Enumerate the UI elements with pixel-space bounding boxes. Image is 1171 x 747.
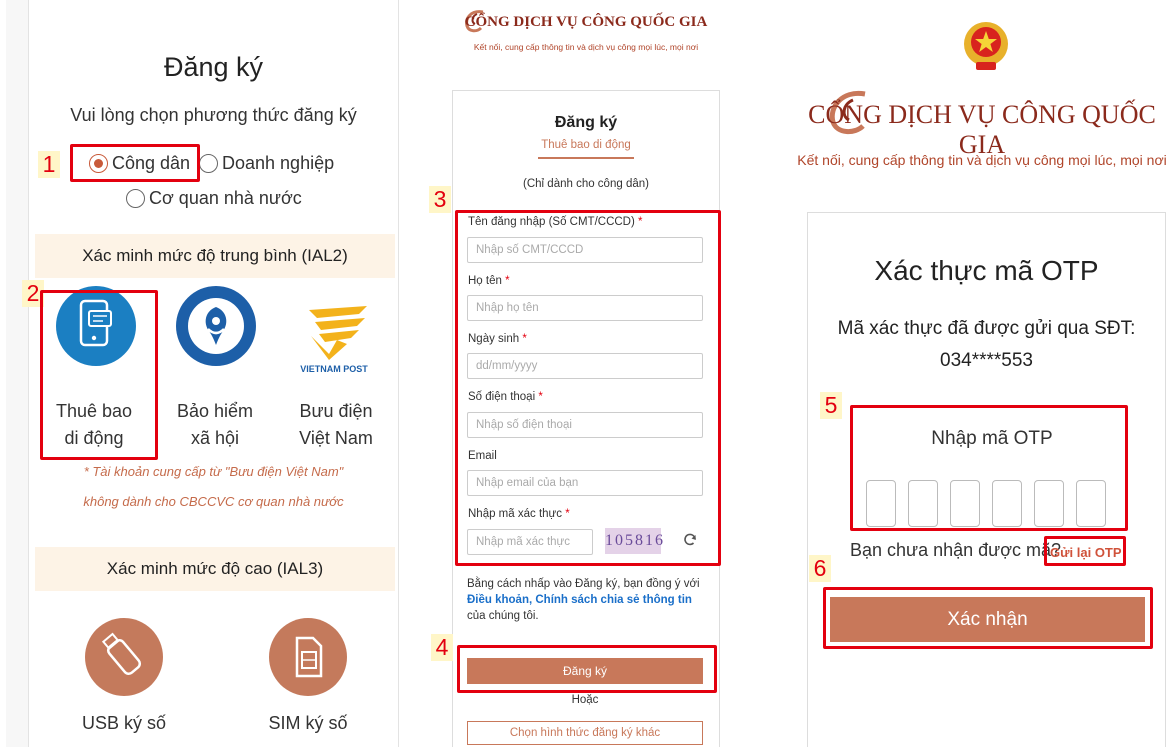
national-emblem-icon: [964, 22, 1008, 70]
tab-mobile-subscriber[interactable]: Thuê bao di động: [538, 139, 634, 159]
social-insurance-logo-icon[interactable]: [175, 285, 257, 367]
registration-method-panel: Đăng ký Vui lòng chọn phương thức đăng k…: [6, 0, 399, 747]
mobile-registration-panel: CỔNG DỊCH VỤ CÔNG QUỐC GIA Kết nối, cung…: [407, 0, 765, 747]
citizen-only-note: (Chỉ dành cho công dân): [523, 178, 649, 190]
usb-stick-icon: [101, 632, 142, 676]
service-insurance-line2: xã hội: [190, 428, 240, 448]
annotation-number-5: 5: [820, 392, 842, 419]
portal-brand: CỔNG DỊCH VỤ CÔNG QUỐC GIA: [464, 14, 708, 30]
radio-business[interactable]: Doanh nghiệp: [199, 153, 334, 174]
service-insurance-label[interactable]: Bảo hiểm xã hội: [160, 398, 270, 452]
page-subtitle: Vui lòng chọn phương thức đăng ký: [70, 105, 357, 125]
radio-business-label: Doanh nghiệp: [222, 153, 335, 173]
sim-card-icon[interactable]: [269, 618, 347, 696]
annotation-box-3: [455, 210, 721, 566]
usb-label[interactable]: USB ký số: [69, 710, 179, 737]
terms-text: Bằng cách nhấp vào Đăng ký, bạn đồng ý v…: [467, 578, 700, 622]
annotation-number-1: 1: [38, 151, 60, 178]
annotation-box-4: [457, 645, 717, 693]
radio-unchecked-icon[interactable]: [126, 189, 145, 208]
other-method-button[interactable]: Chọn hình thức đăng ký khác: [467, 721, 703, 745]
radio-agency-label: Cơ quan nhà nước: [149, 188, 302, 208]
service-post-label[interactable]: Bưu điện Việt Nam: [281, 398, 391, 452]
otp-message: Mã xác thực đã được gửi qua SĐT:: [837, 318, 1136, 339]
annotation-number-6: 6: [809, 555, 831, 582]
terms-link[interactable]: Điều khoản, Chính sách chia sẻ thông tin: [467, 594, 692, 606]
otp-phone: 034****553: [940, 350, 1033, 371]
ial3-heading: Xác minh mức độ cao (IAL3): [35, 547, 395, 591]
annotation-box-5: [850, 405, 1128, 531]
form-title: Đăng ký: [554, 114, 618, 131]
annotation-box-1: [70, 144, 200, 182]
vietnam-post-logo-text: VIETNAM POST: [300, 364, 368, 374]
portal-brand: CỔNG DỊCH VỤ CÔNG QUỐC GIA: [808, 100, 1156, 159]
annotation-number-3: 3: [429, 186, 451, 213]
annotation-box-2: [40, 290, 158, 460]
service-insurance-line1: Bảo hiểm: [176, 401, 254, 421]
otp-title: Xác thực mã OTP: [874, 255, 1099, 286]
radio-agency[interactable]: Cơ quan nhà nước: [126, 188, 302, 209]
annotation-number-4: 4: [431, 634, 453, 661]
portal-slogan: Kết nối, cung cấp thông tin và dịch vụ c…: [797, 152, 1167, 168]
annotation-box-confirm: [823, 587, 1153, 649]
otp-verification-panel: CỔNG DỊCH VỤ CÔNG QUỐC GIA Kết nối, cung…: [793, 0, 1171, 747]
vietnam-post-logo-icon[interactable]: VIETNAM POST: [289, 300, 379, 376]
service-post-line2: Việt Nam: [299, 428, 373, 448]
otp-not-received-text: Bạn chưa nhận được mã?: [850, 540, 1062, 560]
usb-token-icon[interactable]: [85, 618, 163, 696]
ial2-heading: Xác minh mức độ trung bình (IAL2): [35, 234, 395, 278]
radio-unchecked-icon[interactable]: [199, 154, 218, 173]
annotation-box-6: [1044, 536, 1126, 566]
service-note-line1: * Tài khoản cung cấp từ "Bưu điện Việt N…: [83, 464, 344, 479]
sim-label[interactable]: SIM ký số: [253, 710, 363, 737]
or-divider: Hoặc: [571, 694, 599, 706]
portal-slogan: Kết nối, cung cấp thông tin và dịch vụ c…: [473, 42, 699, 52]
sim-chip-icon: [295, 636, 323, 678]
service-post-line1: Bưu điện: [299, 401, 373, 421]
page-title: Đăng ký: [163, 52, 264, 82]
screenshot-canvas: Đăng ký Vui lòng chọn phương thức đăng k…: [0, 0, 1171, 747]
service-note-line2: không dành cho CBCCVC cơ quan nhà nước: [83, 494, 344, 509]
